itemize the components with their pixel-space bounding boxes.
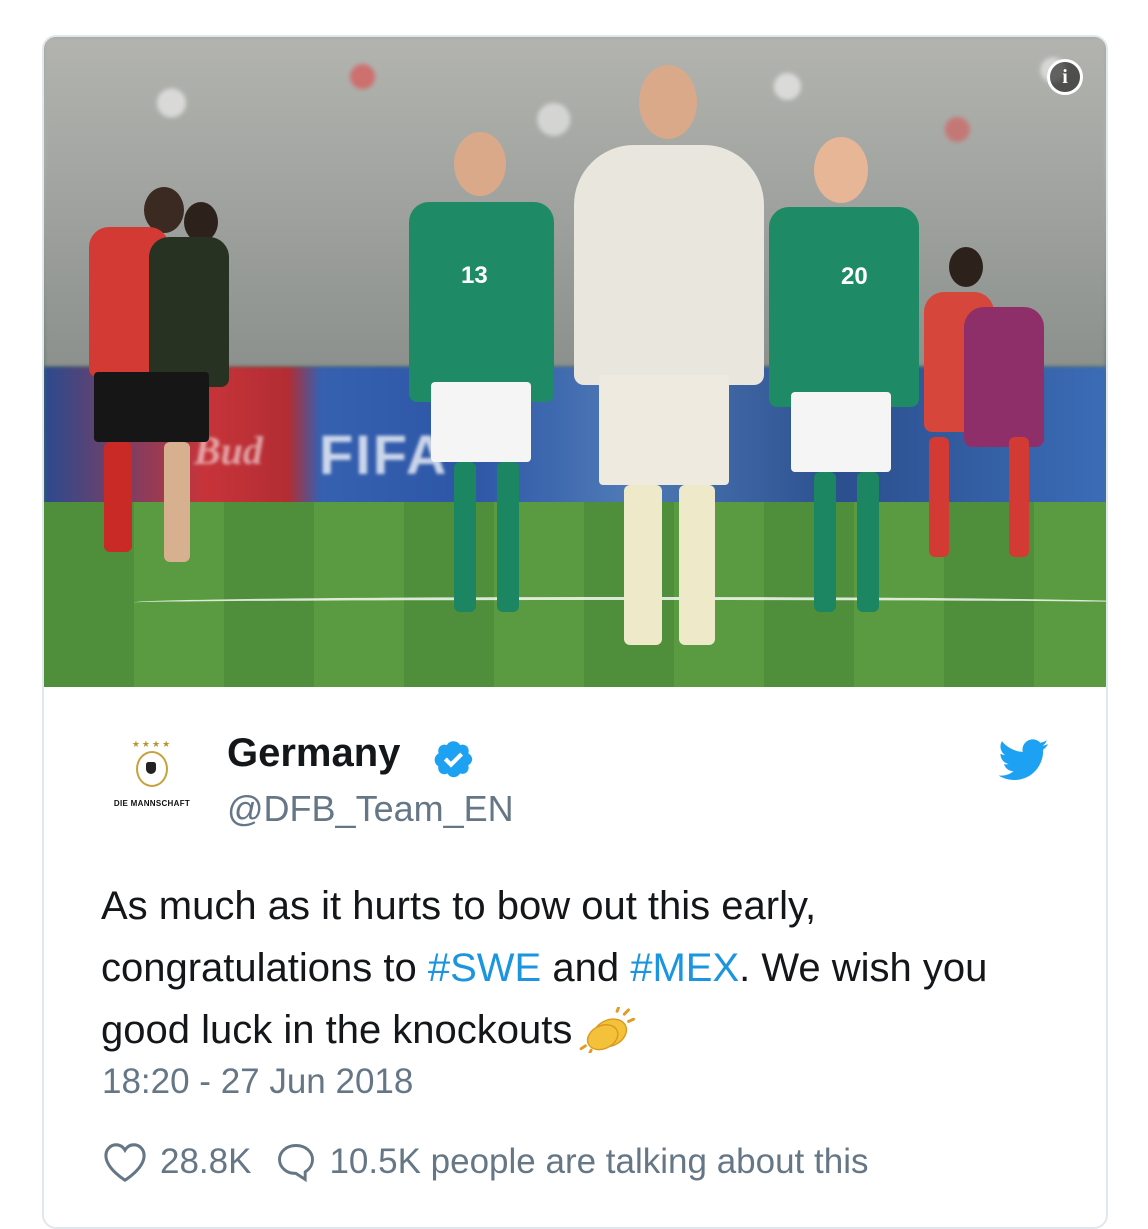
like-count[interactable]: 28.8K bbox=[160, 1142, 251, 1182]
player-right-pair bbox=[914, 247, 1064, 577]
player-left-pair bbox=[89, 187, 239, 577]
hashtag-mex[interactable]: #MEX bbox=[630, 946, 739, 990]
author-handle[interactable]: @DFB_Team_EN bbox=[227, 788, 514, 830]
player-13: 13 bbox=[409, 132, 579, 622]
reply-bubble-icon[interactable] bbox=[273, 1140, 319, 1184]
heart-icon[interactable] bbox=[102, 1141, 148, 1183]
avatar-label: DIE MANNSCHAFT bbox=[113, 799, 191, 808]
verified-badge-icon bbox=[434, 741, 473, 778]
jersey-number-13: 13 bbox=[461, 262, 488, 289]
tweet-photo[interactable]: Bud FIFA 13 20 i bbox=[44, 37, 1106, 687]
jersey-number-20: 20 bbox=[841, 263, 868, 290]
avatar[interactable]: ★★★★ DIE MANNSCHAFT bbox=[102, 739, 202, 809]
tweet-text: As much as it hurts to bow out this earl… bbox=[101, 875, 1051, 1061]
embedded-tweet-card[interactable]: Bud FIFA 13 20 i ★★★★ DIE MANNSCHAFT Ger… bbox=[42, 35, 1108, 1229]
tweet-text-part: and bbox=[541, 946, 631, 990]
twitter-bird-icon[interactable] bbox=[999, 739, 1049, 781]
conversation-count[interactable]: 10.5K people are talking about this bbox=[329, 1142, 868, 1182]
tweet-stats: 28.8K 10.5K people are talking about thi… bbox=[102, 1139, 868, 1185]
avatar-stars: ★★★★ bbox=[131, 739, 173, 749]
eagle-crest-icon bbox=[136, 751, 168, 787]
info-icon[interactable]: i bbox=[1047, 59, 1083, 95]
clapping-hands-icon bbox=[580, 1007, 636, 1053]
player-goalkeeper bbox=[569, 65, 769, 655]
hashtag-swe[interactable]: #SWE bbox=[428, 946, 541, 990]
author-name[interactable]: Germany bbox=[227, 731, 400, 776]
tweet-timestamp[interactable]: 18:20 - 27 Jun 2018 bbox=[102, 1062, 413, 1102]
